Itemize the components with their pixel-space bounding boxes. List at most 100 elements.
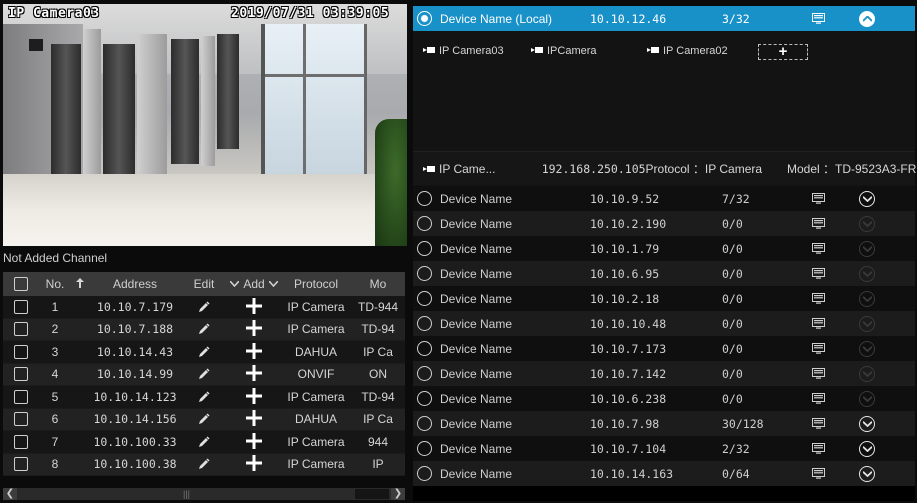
col-add[interactable]: Add [227,277,281,291]
pencil-icon[interactable] [198,436,210,448]
device-radio[interactable] [417,216,432,231]
chevron-up-icon[interactable] [859,10,875,27]
table-row[interactable]: 1 10.10.7.179 IP Camera TD-944 [3,296,405,319]
device-row[interactable]: Device Name 10.10.14.163 0/64 [413,461,915,486]
add-camera-button[interactable]: + [758,44,808,60]
device-row[interactable]: Device Name 10.10.7.173 0/0 [413,336,915,361]
device-radio[interactable] [417,291,432,306]
chevron-down-icon[interactable] [859,440,875,457]
table-row[interactable]: 4 10.10.14.99 ONVIF ON [3,363,405,386]
pencil-icon[interactable] [198,301,210,313]
select-all-checkbox[interactable] [14,277,28,291]
device-radio[interactable] [417,266,432,281]
device-radio[interactable] [417,366,432,381]
pencil-icon[interactable] [198,391,210,403]
camera-chip[interactable]: IP Camera03 [423,45,504,57]
chevron-down-icon[interactable] [859,415,875,432]
plus-icon[interactable] [246,387,262,406]
plus-icon[interactable] [246,365,262,383]
table-row[interactable]: 8 10.10.100.38 IP Camera IP [3,453,405,476]
monitor-icon[interactable] [786,368,850,379]
pencil-icon[interactable] [198,458,210,470]
chevron-down-icon[interactable] [859,315,875,332]
device-radio[interactable] [417,11,432,26]
pencil-icon[interactable] [198,346,210,358]
table-row[interactable]: 7 10.10.100.33 IP Camera 944 [3,431,405,454]
row-checkbox[interactable] [14,299,28,314]
device-row[interactable]: Device Name 10.10.7.98 30/128 [413,411,915,436]
row-checkbox[interactable] [14,322,28,337]
chevron-down-icon[interactable] [859,240,875,257]
device-radio[interactable] [417,466,432,481]
camera-chip[interactable]: IPCamera [531,45,597,57]
camera-detail-row[interactable]: IP Came... 192.168.250.105 Protocol ：IP … [413,151,916,185]
device-row[interactable]: Device Name 10.10.6.95 0/0 [413,261,915,286]
table-row[interactable]: 3 10.10.14.43 DAHUA IP Ca [3,341,405,364]
plus-icon[interactable] [246,432,262,451]
row-checkbox[interactable] [14,434,28,449]
col-model[interactable]: Mo [351,277,405,291]
col-protocol[interactable]: Protocol [281,277,351,291]
camera-preview[interactable]: IP Camera03 2019/07/31 03:39:05 [3,4,407,246]
chevron-down-icon[interactable] [268,279,279,290]
scroll-right-icon[interactable]: ❯ [391,488,405,500]
chevron-down-icon[interactable] [859,465,875,482]
monitor-icon[interactable] [786,268,850,279]
monitor-icon[interactable] [786,343,850,354]
camera-chip[interactable]: IP Camera02 [647,45,728,57]
chevron-down-icon[interactable] [859,215,875,232]
monitor-icon[interactable] [786,318,850,329]
device-row[interactable]: Device Name 10.10.6.238 0/0 [413,386,915,411]
row-checkbox[interactable] [14,412,28,427]
device-radio[interactable] [417,416,432,431]
row-checkbox[interactable] [14,344,28,359]
row-checkbox[interactable] [14,367,28,382]
device-row[interactable]: Device Name 10.10.9.52 7/32 [413,186,915,211]
device-radio[interactable] [417,241,432,256]
row-checkbox[interactable] [14,389,28,404]
device-radio[interactable] [417,191,432,206]
sort-arrow-icon[interactable] [71,277,89,291]
monitor-icon[interactable] [786,218,850,229]
monitor-icon[interactable] [786,13,850,24]
device-row[interactable]: Device Name 10.10.2.190 0/0 [413,211,915,236]
chevron-down-icon[interactable] [859,365,875,382]
plus-icon[interactable] [246,455,262,473]
device-row[interactable]: Device Name 10.10.2.18 0/0 [413,286,915,311]
plus-icon[interactable] [246,297,262,316]
chevron-down-icon[interactable] [229,279,240,290]
col-address[interactable]: Address [89,277,181,291]
monitor-icon[interactable] [786,468,850,479]
plus-icon[interactable] [246,410,262,428]
col-no[interactable]: No. [39,277,71,291]
pencil-icon[interactable] [198,413,210,425]
device-row[interactable]: Device Name 10.10.1.79 0/0 [413,236,915,261]
scrollbar-thumb[interactable] [355,489,389,499]
table-row[interactable]: 6 10.10.14.156 DAHUA IP Ca [3,408,405,431]
pencil-icon[interactable] [198,323,210,335]
horizontal-scrollbar[interactable]: ❮ ||| ❯ [3,488,405,500]
device-radio[interactable] [417,391,432,406]
monitor-icon[interactable] [786,293,850,304]
scroll-left-icon[interactable]: ❮ [3,488,17,500]
device-radio[interactable] [417,341,432,356]
pencil-icon[interactable] [198,368,210,380]
device-row[interactable]: Device Name 10.10.7.142 0/0 [413,361,915,386]
chevron-down-icon[interactable] [859,290,875,307]
plus-icon[interactable] [246,320,262,338]
chevron-down-icon[interactable] [859,340,875,357]
monitor-icon[interactable] [786,193,850,204]
monitor-icon[interactable] [786,418,850,429]
chevron-down-icon[interactable] [859,190,875,207]
plus-icon[interactable] [246,342,262,361]
device-radio[interactable] [417,316,432,331]
device-row-selected[interactable]: Device Name (Local) 10.10.12.46 3/32 [413,6,915,31]
row-checkbox[interactable] [14,457,28,472]
col-edit[interactable]: Edit [181,277,227,291]
monitor-icon[interactable] [786,243,850,254]
table-row[interactable]: 5 10.10.14.123 IP Camera TD-94 [3,386,405,409]
chevron-down-icon[interactable] [859,265,875,282]
monitor-icon[interactable] [786,393,850,404]
device-row[interactable]: Device Name 10.10.10.48 0/0 [413,311,915,336]
monitor-icon[interactable] [786,443,850,454]
